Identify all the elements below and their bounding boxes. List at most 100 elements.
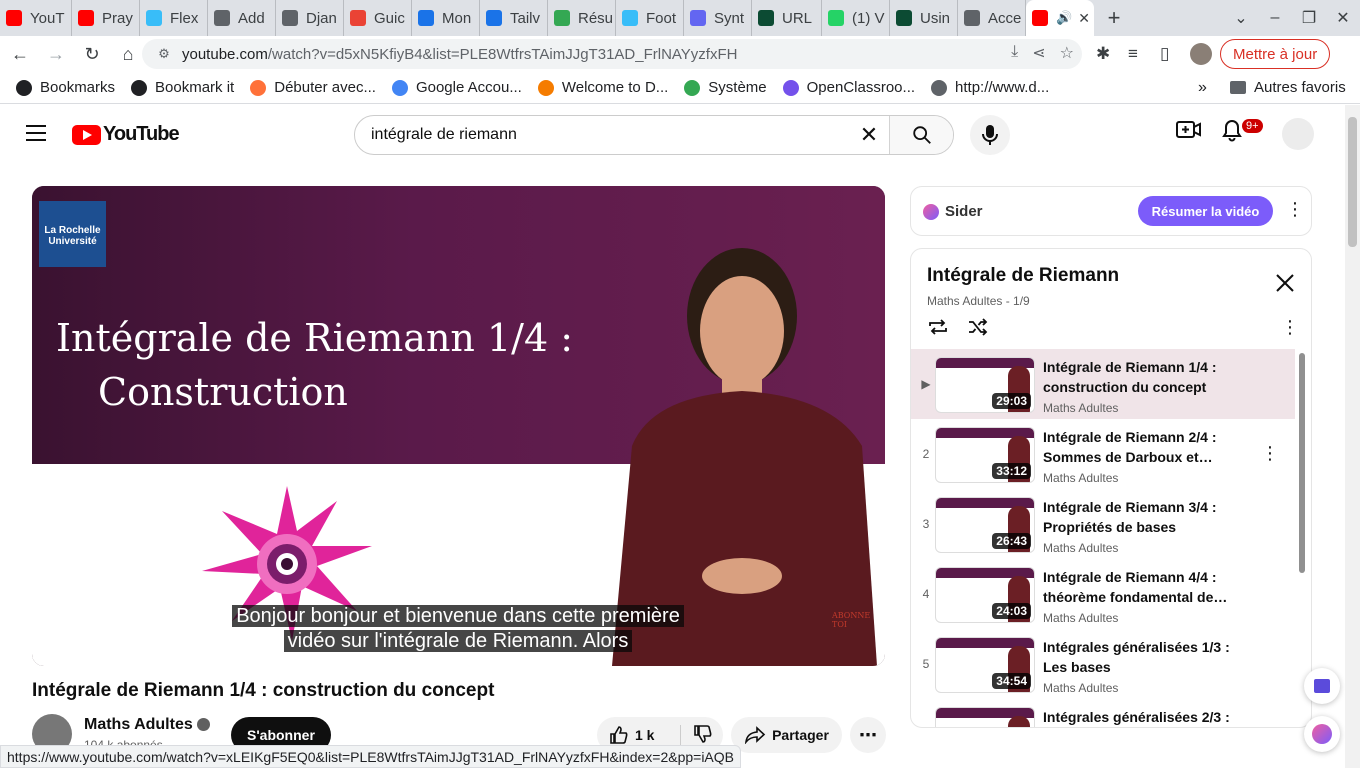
browser-tab[interactable]: Foot	[616, 0, 684, 36]
browser-tab[interactable]: Flex	[140, 0, 208, 36]
sider-more-icon[interactable]: ⋮	[1286, 199, 1304, 220]
playlist-item[interactable]: 6 Intégrales généralisées 2/3 :	[911, 699, 1295, 727]
playlist-item[interactable]: 3 26:43 Intégrale de Riemann 3/4 : Proprié…	[911, 489, 1295, 559]
browser-tab-bar: YouT Pray Flex Add Djan Guic Mon Tailv Résu Foot S…	[0, 0, 1360, 36]
shuffle-icon[interactable]	[967, 317, 989, 337]
search-button[interactable]	[889, 116, 953, 154]
youtube-logo[interactable]: YouTube	[72, 123, 180, 146]
playlist-item[interactable]: 2 33:12 Intégrale de Riemann 2/4 : Sommes …	[911, 419, 1295, 489]
page-scroll-thumb[interactable]	[1348, 117, 1357, 247]
browser-tab[interactable]: YouT	[0, 0, 72, 36]
playlist-item-title[interactable]: Intégrale de Riemann 1/4 : construction …	[1043, 357, 1253, 397]
bookmark-item[interactable]: Débuter avec...	[250, 79, 376, 96]
new-tab-button[interactable]: +	[1094, 5, 1134, 31]
browser-tab[interactable]: Guic	[344, 0, 412, 36]
browser-tab[interactable]: (1) V	[822, 0, 890, 36]
browser-tab[interactable]: Résu	[548, 0, 616, 36]
playlist-scrollbar[interactable]	[1299, 353, 1305, 573]
reload-icon[interactable]: ↻	[76, 44, 108, 65]
playlist-item-thumbnail[interactable]: 34:54	[935, 637, 1035, 693]
extensions-icon[interactable]: ✱	[1096, 36, 1110, 72]
playlist-item[interactable]: 4 24:03 Intégrale de Riemann 4/4 : théorèm…	[911, 559, 1295, 629]
playlist-item-thumbnail[interactable]: 29:03	[935, 357, 1035, 413]
tab-active-youtube[interactable]: 🔊 ✕	[1026, 0, 1094, 36]
tab-close-icon[interactable]: ✕	[1078, 10, 1090, 27]
home-icon[interactable]: ⌂	[112, 44, 144, 65]
bookmark-item[interactable]: OpenClassroo...	[782, 79, 915, 96]
bookmark-label: Google Accou...	[415, 79, 522, 96]
account-avatar[interactable]	[1282, 118, 1314, 150]
playlist-item[interactable]: ▶ 29:03 Intégrale de Riemann 1/4 : constru…	[911, 349, 1295, 419]
bookmark-item[interactable]: Google Accou...	[391, 79, 522, 96]
share-button[interactable]: Partager	[731, 717, 842, 753]
playlist-item-title[interactable]: Intégrale de Riemann 4/4 : théorème fond…	[1043, 567, 1253, 607]
dislike-button[interactable]	[681, 724, 713, 747]
search-input[interactable]	[355, 116, 849, 154]
video-player[interactable]: La Rochelle Université Intégrale de Riem…	[32, 186, 885, 666]
browser-tab[interactable]: Mon	[412, 0, 480, 36]
playlist-item-title[interactable]: Intégrales généralisées 1/3 : Les bases	[1043, 637, 1253, 677]
back-arrow-icon[interactable]: ←	[4, 44, 36, 65]
bookmark-item[interactable]: Système	[684, 79, 767, 96]
playlist-item-more-icon[interactable]: ⋮	[1261, 443, 1279, 464]
bookmark-item[interactable]: Bookmark it	[131, 79, 234, 96]
other-bookmarks-folder[interactable]: Autres favoris	[1230, 79, 1346, 96]
playlist-item-title[interactable]: Intégrale de Riemann 2/4 : Sommes de Dar…	[1043, 427, 1253, 467]
loop-icon[interactable]	[927, 317, 949, 337]
bookmark-item[interactable]: Welcome to D...	[537, 79, 668, 96]
browser-tab[interactable]: Tailv	[480, 0, 548, 36]
duration-badge: 34:54	[992, 673, 1031, 689]
notifications-bell-icon[interactable]	[1220, 117, 1244, 143]
share-page-icon[interactable]: ⋖	[1032, 43, 1045, 63]
media-queue-icon[interactable]: ≡	[1128, 36, 1138, 72]
bookmark-item[interactable]: Bookmarks	[16, 79, 115, 96]
summarize-video-button[interactable]: Résumer la vidéo	[1138, 196, 1273, 226]
forward-arrow-icon[interactable]: →	[40, 44, 72, 65]
browser-tab[interactable]: Acce	[958, 0, 1026, 36]
playlist-item-title[interactable]: Intégrales généralisées 2/3 :	[1043, 707, 1253, 727]
clear-search-icon[interactable]: ✕	[849, 116, 889, 154]
close-playlist-icon[interactable]	[1275, 273, 1295, 293]
playlist-item-title[interactable]: Intégrale de Riemann 3/4 : Propriétés de…	[1043, 497, 1253, 537]
install-icon[interactable]: ⤓	[1011, 43, 1018, 63]
profile-avatar-icon[interactable]	[1190, 36, 1212, 72]
playlist-item-thumbnail[interactable]: 26:43	[935, 497, 1035, 553]
page-scrollbar[interactable]	[1345, 105, 1360, 768]
close-window-icon[interactable]: ✕	[1326, 8, 1360, 28]
sider-float-button[interactable]	[1304, 716, 1340, 752]
browser-tab[interactable]: Add	[208, 0, 276, 36]
tab-label: Synt	[714, 9, 745, 27]
address-bar[interactable]: ⚙ youtube.com/watch?v=d5xN5KfiyB4&list=P…	[142, 39, 1082, 69]
tab-search-icon[interactable]: ⌄	[1224, 8, 1258, 28]
browser-tab[interactable]: URL	[752, 0, 822, 36]
menu-hamburger-icon[interactable]	[26, 125, 46, 141]
video-captions: Bonjour bonjour et bienvenue dans cette …	[218, 604, 698, 654]
playlist-items: ▶ 29:03 Intégrale de Riemann 1/4 : constru…	[911, 349, 1295, 727]
like-button[interactable]: 1 k	[597, 725, 681, 745]
browser-tab[interactable]: Synt	[684, 0, 752, 36]
voice-search-button[interactable]	[970, 115, 1010, 155]
tab-favicon-icon	[758, 10, 774, 26]
playlist-item-thumbnail[interactable]: 24:03	[935, 567, 1035, 623]
more-actions-button[interactable]: ⋯	[850, 717, 886, 753]
playlist-item[interactable]: 5 34:54 Intégrales généralisées 1/3 : Les …	[911, 629, 1295, 699]
bookmark-star-icon[interactable]: ☆	[1060, 43, 1074, 63]
minimize-icon[interactable]: –	[1258, 9, 1292, 27]
site-info-icon[interactable]: ⚙	[152, 46, 176, 62]
update-browser-button[interactable]: Mettre à jour	[1220, 39, 1331, 69]
bookmark-item[interactable]: http://www.d...	[931, 79, 1049, 96]
channel-name[interactable]: Maths Adultes	[84, 716, 211, 734]
playlist-more-icon[interactable]: ⋮	[1281, 317, 1299, 338]
side-panel-icon[interactable]: ▯	[1160, 36, 1169, 72]
playlist-title[interactable]: Intégrale de Riemann	[927, 265, 1119, 287]
restore-icon[interactable]: ❐	[1292, 8, 1326, 28]
playlist-item-thumbnail[interactable]: 33:12	[935, 427, 1035, 483]
playlist-item-thumbnail[interactable]	[935, 707, 1035, 727]
watermark-line2: TOI	[832, 620, 848, 629]
reader-mode-button[interactable]	[1304, 668, 1340, 704]
browser-tab[interactable]: Usin	[890, 0, 958, 36]
browser-tab[interactable]: Djan	[276, 0, 344, 36]
create-video-icon[interactable]	[1176, 119, 1202, 141]
bookmarks-overflow-icon[interactable]: »	[1198, 79, 1207, 97]
browser-tab[interactable]: Pray	[72, 0, 140, 36]
